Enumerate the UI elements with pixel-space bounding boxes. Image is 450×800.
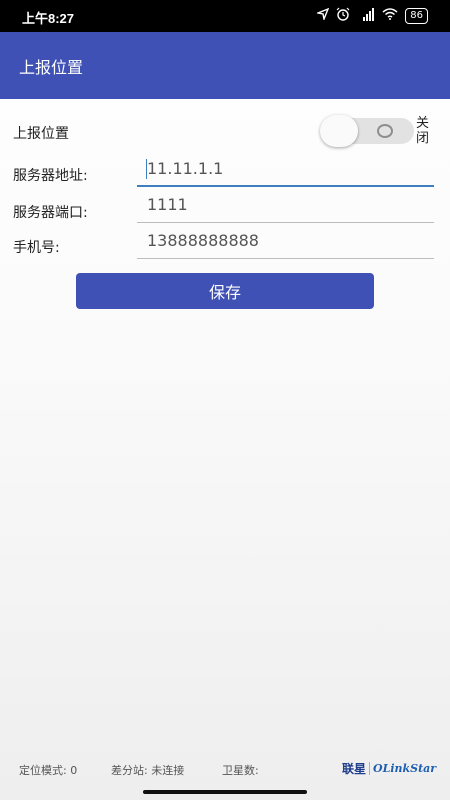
alarm-icon [336, 7, 350, 25]
diff-station-status: 差分站: 未连接 [111, 764, 185, 777]
brand-logo: 联星 OLinkStar [342, 760, 436, 777]
server-address-input[interactable]: 11.11.1.1 [137, 157, 434, 187]
server-address-value: 11.11.1.1 [147, 159, 224, 178]
server-port-input[interactable]: 1111 [137, 193, 434, 223]
status-footer: 定位模式: 0 差分站: 未连接 卫星数: 联星 OLinkStar [0, 758, 450, 784]
server-port-label: 服务器端口: [13, 205, 88, 221]
toggle-thumb[interactable] [320, 115, 358, 147]
toggle-state-label: 关闭 [416, 116, 430, 146]
status-icons: 86 [315, 7, 428, 25]
report-location-toggle[interactable] [320, 115, 416, 147]
status-time: 上午8:27 [22, 11, 75, 26]
brand-logo-en: OLinkStar [369, 762, 436, 775]
app-bar: 上报位置 [0, 32, 450, 99]
server-port-value: 1111 [147, 195, 188, 214]
status-bar: 上午8:27 86 [0, 0, 450, 32]
phone-label: 手机号: [13, 240, 60, 256]
report-location-label: 上报位置 [13, 126, 69, 142]
page-title: 上报位置 [19, 58, 84, 77]
save-button[interactable]: 保存 [76, 273, 374, 309]
brand-logo-cn: 联星 [342, 762, 367, 776]
phone-value: 13888888888 [147, 231, 259, 250]
toggle-off-ring-icon [377, 124, 393, 138]
wifi-icon [382, 8, 398, 24]
location-arrow-icon [315, 7, 330, 24]
positioning-mode-status: 定位模式: 0 [19, 764, 78, 777]
hd-signal-icon [357, 7, 375, 25]
server-address-label: 服务器地址: [13, 168, 88, 184]
satellite-count-status: 卫星数: [222, 764, 259, 777]
battery-icon: 86 [405, 8, 428, 24]
phone-input[interactable]: 13888888888 [137, 229, 434, 259]
home-indicator[interactable] [143, 790, 307, 794]
